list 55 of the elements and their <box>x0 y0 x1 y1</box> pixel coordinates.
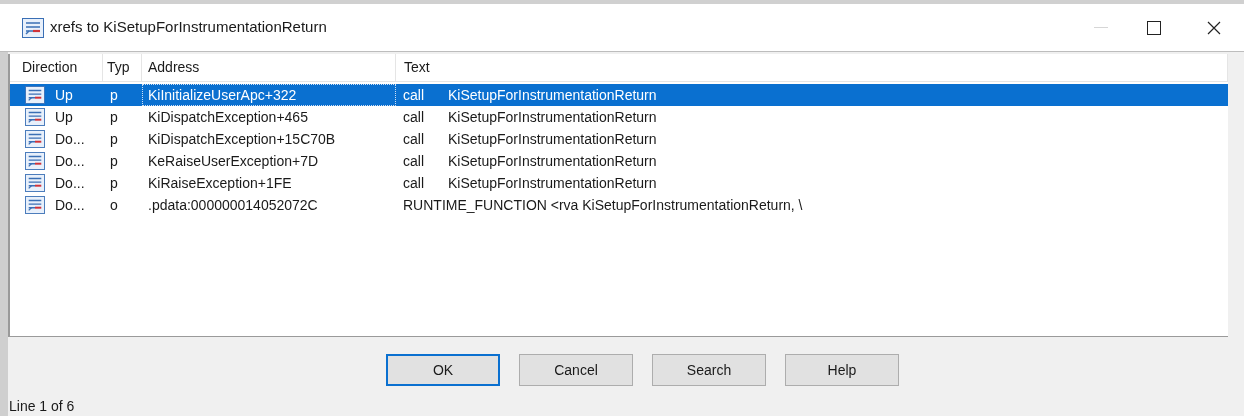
table-cell-text: Up <box>55 85 73 105</box>
column-header[interactable]: Typ <box>103 54 142 81</box>
table-cell-text: Up <box>55 107 73 127</box>
column-header[interactable]: Direction <box>10 54 103 81</box>
maximize-icon <box>1147 20 1161 35</box>
xref-icon <box>25 130 45 148</box>
table-cell-text: KiDispatchException+15C70B <box>148 129 336 149</box>
table-cell-text: KiDispatchException+465 <box>148 107 308 127</box>
table-cell-text: KeRaiseUserException+7D <box>148 151 319 171</box>
table-cell-text: call <box>403 151 425 171</box>
xref-row[interactable]: Up p KiDispatchException+465 call KiSetupForInstrumentationReturn <box>10 106 1228 128</box>
table-cell-text: call <box>403 129 425 149</box>
table-cell: p <box>110 108 118 125</box>
window-title: xrefs to KiSetupForInstrumentationReturn <box>50 17 327 38</box>
xref-icon <box>25 196 45 214</box>
table-cell-text: KiSetupForInstrumentationReturn <box>448 151 657 171</box>
table-cell-text: Do... <box>55 129 85 149</box>
table-cell: p <box>110 174 118 191</box>
table-cell: p <box>110 152 118 169</box>
table-cell-text: RUNTIME_FUNCTION <rva KiSetupForInstrumentationReturn, \ <box>403 195 803 215</box>
table-cell-text: call <box>403 173 425 193</box>
table-cell: p <box>110 86 118 103</box>
column-header[interactable]: Address <box>142 54 396 81</box>
table-cell-text: Do... <box>55 151 85 171</box>
dialog-button[interactable]: Help <box>785 354 899 386</box>
table-cell-text: .pdata:000000014052072C <box>148 195 318 215</box>
xref-icon <box>25 108 45 126</box>
table-cell-text: KiSetupForInstrumentationReturn <box>448 85 657 105</box>
xref-window-icon <box>22 17 44 38</box>
xref-icon <box>25 152 45 170</box>
xref-row[interactable]: Do... p KeRaiseUserException+7D call KiSetupForInstrumentationReturn <box>10 150 1228 172</box>
table-cell: o <box>110 196 118 213</box>
xref-row[interactable]: Do... o .pdata:000000014052072C RUNTIME_FUNCTION <rva KiSetupForInstrumentationReturn, \ <box>10 194 1228 216</box>
dialog-button[interactable]: Search <box>652 354 766 386</box>
minimize-icon <box>1094 26 1108 29</box>
dialog-button[interactable]: Cancel <box>519 354 633 386</box>
table-cell-text: Do... <box>55 195 85 215</box>
xref-icon <box>25 174 45 192</box>
table-cell-text: Do... <box>55 173 85 193</box>
table-cell-text: KiSetupForInstrumentationReturn <box>448 107 657 127</box>
column-header[interactable]: Text <box>396 54 1228 81</box>
table-cell-text: call <box>403 85 425 105</box>
close-icon <box>1207 20 1221 35</box>
table-cell-text: KiInitializeUserApc+322 <box>148 85 297 105</box>
table-cell: p <box>110 130 118 147</box>
table-cell-text: KiSetupForInstrumentationReturn <box>448 173 657 193</box>
xref-row[interactable]: Do... p KiDispatchException+15C70B call KiSetupForInstrumentationReturn <box>10 128 1228 150</box>
table-cell-text: call <box>403 107 425 127</box>
xref-row[interactable]: Do... p KiRaiseException+1FE call KiSetupForInstrumentationReturn <box>10 172 1228 194</box>
table-cell-text: KiSetupForInstrumentationReturn <box>448 129 657 149</box>
dialog-button[interactable]: OK <box>386 354 500 386</box>
xref-row[interactable]: Up p KiInitializeUserApc+322 call KiSetupForInstrumentationReturn <box>10 84 1228 106</box>
xref-icon <box>25 86 45 104</box>
table-cell-text: KiRaiseException+1FE <box>148 173 292 193</box>
status-text: Line 1 of 6 <box>9 397 76 416</box>
